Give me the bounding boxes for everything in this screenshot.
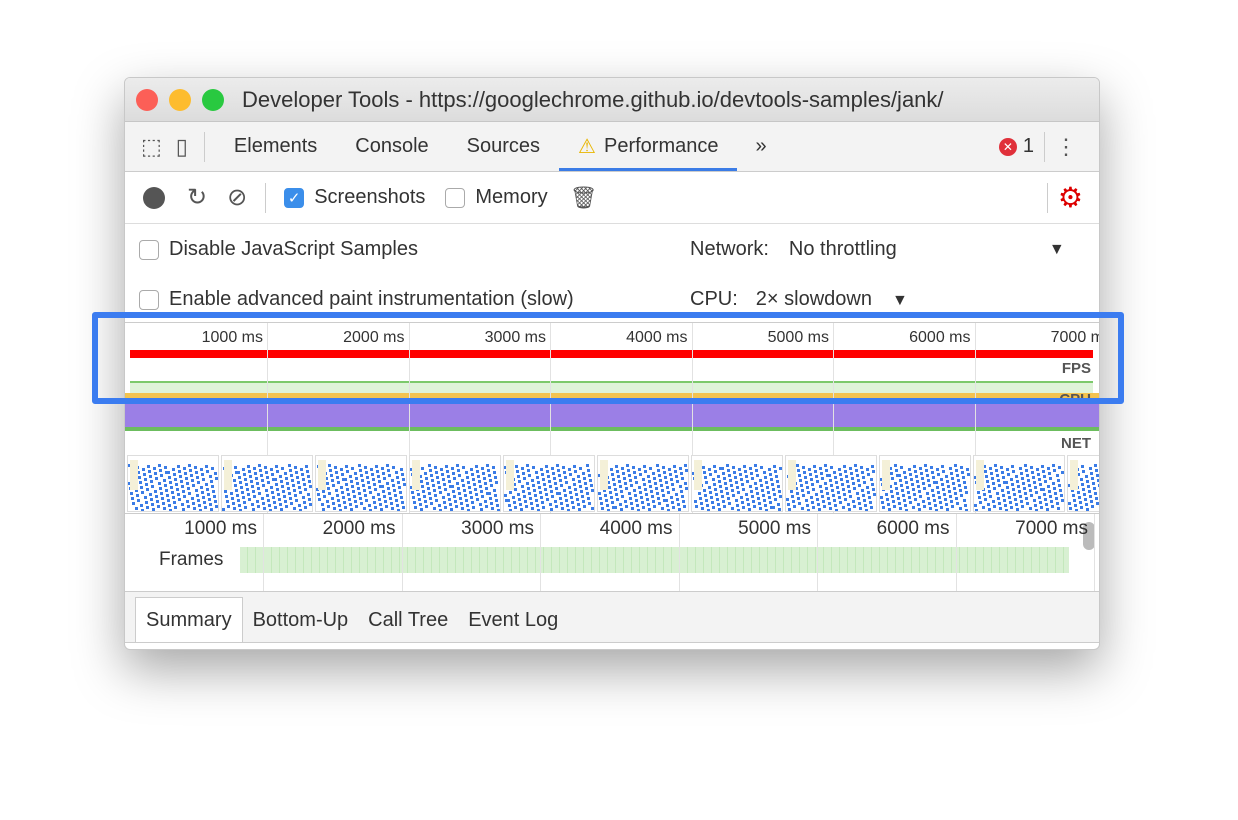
details-tabs: Summary Bottom-Up Call Tree Event Log (125, 592, 1099, 643)
screenshot-thumbnail[interactable] (127, 455, 219, 512)
memory-checkbox[interactable] (445, 187, 466, 208)
zoom-button[interactable] (202, 88, 224, 111)
grid-line (955, 514, 957, 591)
grid-line (817, 514, 818, 591)
grid-line (401, 514, 403, 591)
close-button[interactable] (136, 88, 158, 111)
screenshot-thumbnail[interactable] (221, 455, 313, 512)
grid-line (678, 514, 680, 591)
panel-tabs: ⬚ ▯ Elements Console Sources ⚠ Performanc… (125, 122, 1099, 172)
memory-label: Memory (475, 186, 548, 208)
minimize-button[interactable] (169, 88, 191, 111)
cpu-throttling-select[interactable]: 2× slowdown ▼ (756, 288, 908, 311)
screenshots-checkbox[interactable]: ✓ (284, 187, 305, 208)
performance-toolbar: ↻ ⊘ ✓ Screenshots Memory 🗑 ⚙ (125, 172, 1099, 224)
tab-call-tree[interactable]: Call Tree (358, 598, 458, 642)
gear-icon[interactable]: ⚙ (1058, 181, 1083, 214)
screenshot-thumbnail[interactable] (315, 455, 407, 512)
error-icon: ✕ (998, 137, 1017, 156)
device-toolbar-icon[interactable]: ▯ (176, 134, 188, 160)
frames-track[interactable] (240, 547, 1069, 573)
timeline-tick-label: 3000 ms (461, 518, 534, 539)
timeline-tick-label: 7000 ms (1015, 518, 1088, 539)
screenshot-thumbnail[interactable] (691, 455, 783, 512)
highlight-box (92, 312, 1124, 404)
tab-summary[interactable]: Summary (135, 597, 243, 642)
more-options-icon[interactable]: ⋮ (1055, 134, 1077, 160)
error-counter[interactable]: ✕ 1 (998, 135, 1034, 158)
title-bar: Developer Tools - https://googlechrome.g… (125, 78, 1099, 122)
screenshot-thumbnail[interactable] (503, 455, 595, 512)
grid-line (1094, 514, 1095, 591)
capture-settings: Disable JavaScript Samples Enable advanc… (125, 224, 1099, 323)
tab-event-log[interactable]: Event Log (458, 598, 568, 642)
reload-record-button[interactable]: ↻ (187, 183, 207, 212)
tab-bottom-up[interactable]: Bottom-Up (243, 598, 359, 642)
screenshot-thumbnail[interactable] (973, 455, 1065, 512)
disable-js-samples-checkbox[interactable] (139, 239, 159, 260)
screenshot-thumbnail[interactable] (597, 455, 689, 512)
inspect-element-icon[interactable]: ⬚ (141, 134, 162, 160)
dropdown-arrow-icon: ▼ (1048, 240, 1065, 258)
screenshots-label: Screenshots (314, 186, 426, 208)
screenshot-thumbnail[interactable] (409, 455, 501, 512)
timeline-tick-label: 2000 ms (322, 518, 396, 539)
clear-icon[interactable]: ⊘ (227, 183, 247, 212)
cpu-rendering-area (125, 403, 1099, 431)
screenshot-thumbnail[interactable] (785, 455, 877, 512)
timeline-tick-label: 6000 ms (876, 518, 950, 539)
tab-console[interactable]: Console (336, 122, 447, 171)
trash-icon[interactable]: 🗑 (570, 185, 598, 211)
grid-line (540, 514, 541, 591)
more-tabs-button[interactable]: » (755, 135, 766, 158)
timeline-tick-label: 4000 ms (599, 518, 673, 539)
tab-performance[interactable]: ⚠ Performance (559, 122, 738, 171)
network-throttling-select[interactable]: No throttling (789, 238, 1049, 261)
screenshot-thumbnail[interactable] (1067, 455, 1099, 512)
frames-label: Frames (159, 549, 224, 570)
tab-sources[interactable]: Sources (448, 122, 559, 171)
timeline-main[interactable]: Frames 1000 ms 2000 ms 3000 ms 4000 ms 5000 … (125, 514, 1099, 592)
advanced-paint-checkbox[interactable] (139, 289, 159, 310)
screenshot-thumbnail[interactable] (879, 455, 971, 512)
net-label: NET (1061, 435, 1091, 452)
warning-icon: ⚠ (578, 136, 596, 158)
record-button[interactable] (143, 186, 165, 209)
timeline-tick-label: 5000 ms (738, 518, 811, 539)
tab-elements[interactable]: Elements (215, 122, 336, 171)
window-title: Developer Tools - https://googlechrome.g… (242, 86, 944, 112)
grid-line (263, 514, 264, 591)
dropdown-arrow-icon: ▼ (891, 292, 908, 309)
timeline-tick-label: 1000 ms (184, 518, 257, 539)
